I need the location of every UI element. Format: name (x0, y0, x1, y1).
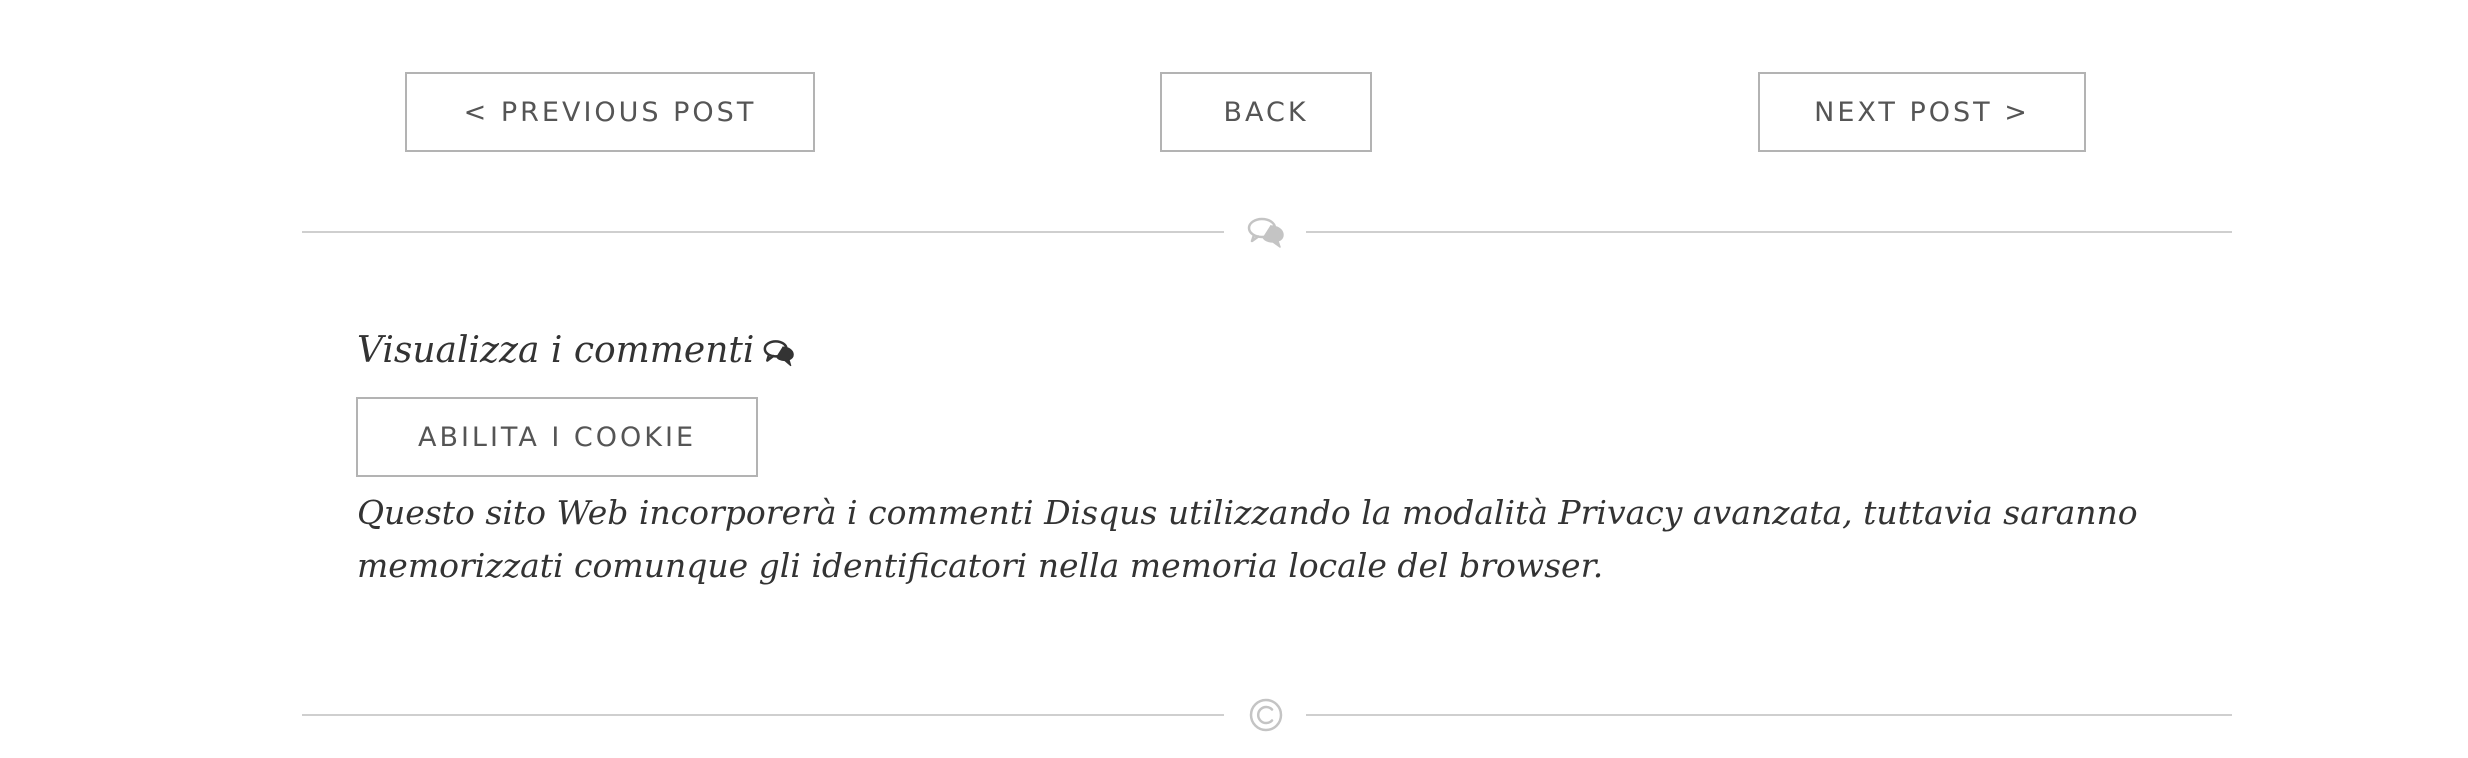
divider-line (302, 231, 1224, 233)
next-post-button[interactable]: NEXT POST > (1758, 72, 2086, 152)
comments-icon (1246, 213, 1286, 253)
divider-line (1306, 714, 2232, 716)
divider-line (1306, 231, 2232, 233)
comments-heading[interactable]: Visualizza i commenti (357, 330, 796, 371)
copyright-icon (1246, 695, 1286, 735)
enable-cookies-button[interactable]: ABILITA I COOKIE (356, 397, 758, 477)
disqus-privacy-note: Questo sito Web incorporerà i commenti D… (357, 493, 2138, 585)
back-button[interactable]: BACK (1160, 72, 1372, 152)
comments-icon (762, 336, 796, 366)
previous-post-button[interactable]: < PREVIOUS POST (405, 72, 815, 152)
comments-heading-label: Visualizza i commenti (357, 330, 755, 371)
divider-line (302, 714, 1224, 716)
